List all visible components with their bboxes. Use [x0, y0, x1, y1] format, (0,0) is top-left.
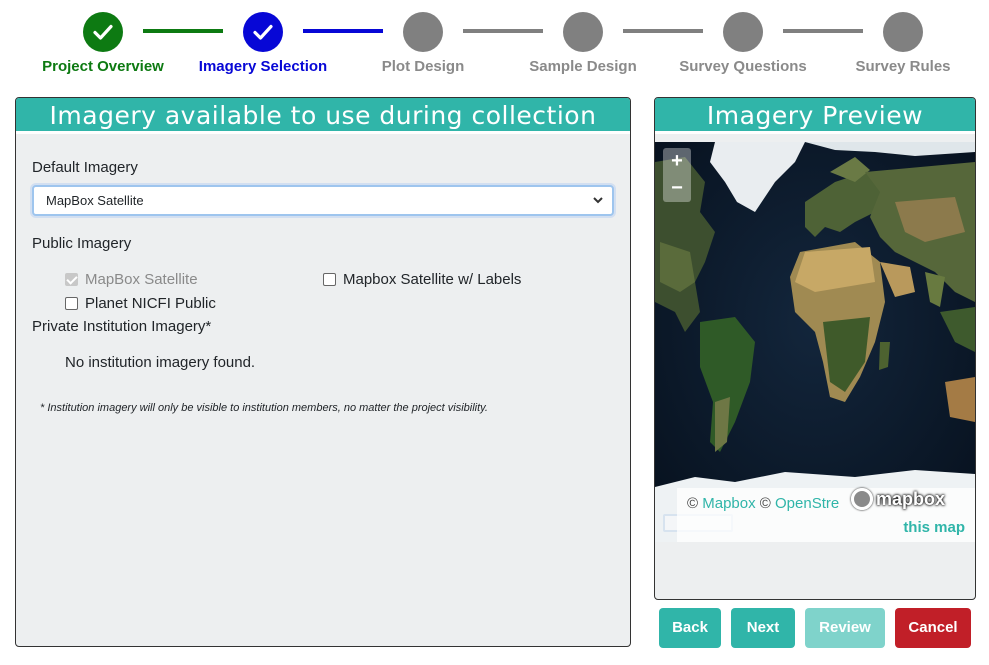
zoom-in-button[interactable]: + — [663, 148, 691, 175]
check-icon — [83, 12, 123, 52]
step-sample-design[interactable]: Sample Design — [498, 12, 668, 75]
step-label: Project Overview — [42, 58, 164, 75]
step-label: Imagery Selection — [198, 58, 328, 75]
chevron-down-icon — [592, 187, 604, 223]
private-imagery-label: Private Institution Imagery* — [32, 318, 212, 335]
osm-attribution-link[interactable]: OpenStre — [775, 495, 839, 512]
default-imagery-value: MapBox Satellite — [46, 193, 144, 208]
zoom-control: + − — [663, 148, 691, 202]
no-imagery-message: No institution imagery found. — [65, 354, 256, 371]
imagery-preview-title: Imagery Preview — [655, 98, 975, 134]
imagery-preview-panel: Imagery Preview + − © Mapbox © OpenStre … — [654, 97, 976, 600]
step-label: Plot Design — [381, 58, 465, 75]
copyright-symbol: © — [687, 495, 699, 512]
imagery-panel: Imagery available to use during collecti… — [15, 97, 631, 647]
public-imagery-option[interactable]: Planet NICFI Public — [65, 295, 216, 312]
step-circle — [883, 12, 923, 52]
next-button[interactable]: Next — [731, 608, 795, 648]
step-circle — [403, 12, 443, 52]
option-label: Mapbox Satellite w/ Labels — [343, 271, 522, 288]
mapbox-logo-text: mapbox — [876, 488, 946, 509]
footnote: * Institution imagery will only be visib… — [40, 402, 488, 414]
step-plot-design[interactable]: Plot Design — [338, 12, 508, 75]
check-icon — [243, 12, 283, 52]
mapbox-attribution-link[interactable]: Mapbox — [702, 495, 755, 512]
progress-stepper: Project Overview Imagery Selection Plot … — [0, 0, 989, 90]
option-label: MapBox Satellite — [85, 271, 198, 288]
default-imagery-label: Default Imagery — [32, 159, 138, 176]
zoom-out-button[interactable]: − — [663, 175, 691, 202]
preview-map[interactable]: + − © Mapbox © OpenStre this map mapbox — [655, 142, 975, 542]
public-imagery-option: MapBox Satellite — [65, 271, 198, 288]
step-label: Survey Rules — [855, 58, 951, 75]
step-imagery-selection[interactable]: Imagery Selection — [178, 12, 348, 75]
step-project-overview[interactable]: Project Overview — [18, 12, 188, 75]
satellite-imagery — [655, 142, 975, 542]
mapbox-logo-icon — [851, 488, 873, 510]
mapbox-logo[interactable]: mapbox — [851, 488, 945, 510]
default-imagery-select[interactable]: MapBox Satellite — [32, 185, 614, 216]
option-label: Planet NICFI Public — [85, 295, 216, 312]
checkbox-mapbox-satellite-labels[interactable] — [323, 273, 336, 286]
public-imagery-label: Public Imagery — [32, 235, 132, 252]
step-circle — [563, 12, 603, 52]
step-survey-rules[interactable]: Survey Rules — [818, 12, 988, 75]
checkbox-mapbox-satellite — [65, 273, 78, 286]
checkbox-planet-nicfi[interactable] — [65, 297, 78, 310]
review-button[interactable]: Review — [805, 608, 885, 648]
step-circle — [723, 12, 763, 52]
step-label: Survey Questions — [679, 58, 807, 75]
public-imagery-option[interactable]: Mapbox Satellite w/ Labels — [323, 271, 521, 288]
improve-map-link[interactable]: this map — [903, 516, 965, 540]
imagery-panel-title: Imagery available to use during collecti… — [16, 98, 630, 134]
step-survey-questions[interactable]: Survey Questions — [658, 12, 828, 75]
copyright-symbol: © — [759, 495, 771, 512]
back-button[interactable]: Back — [659, 608, 721, 648]
cancel-button[interactable]: Cancel — [895, 608, 971, 648]
step-label: Sample Design — [529, 58, 637, 75]
